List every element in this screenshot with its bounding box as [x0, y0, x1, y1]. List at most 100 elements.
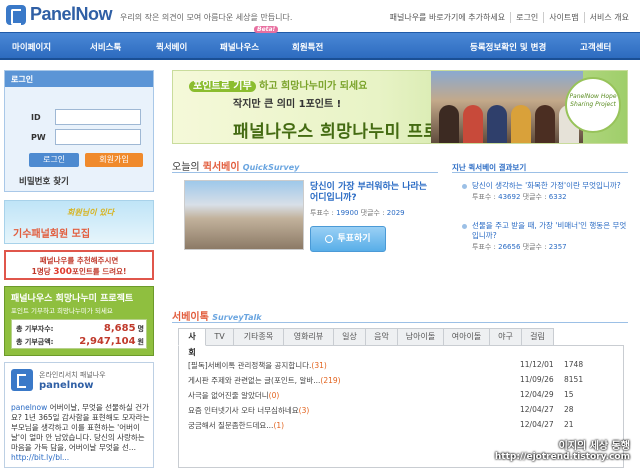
watermark-title: 이지의 세상 동행	[558, 441, 630, 452]
recommend-banner[interactable]: 패널나우를 추천해주시면 1명당 300포인트를 드려요!	[4, 250, 154, 280]
service-overview-link[interactable]: 서비스 개요	[583, 12, 634, 23]
table-row[interactable]: [필독]서베이톡 관리정책을 공지합니다.(31) 11/12/01 1748	[188, 360, 618, 372]
quicksurvey-title: 오늘의 퀵서베이 QuickSurvey	[172, 162, 300, 173]
donation-stats: 총 기부자수: 8,685 명 총 기부금액: 2,947,104 원	[11, 319, 147, 349]
panelnow-icon	[11, 369, 33, 391]
child-figure	[439, 105, 459, 143]
quicksurvey-meta: 투표수 : 19900 댓글수 : 2029	[310, 209, 405, 217]
post-date: 11/09/26	[520, 375, 554, 384]
surveytalk-tabs: 사회 TV 기타종목 영화리뷰 일상 음악 남아이돌 여아이돌 야구 걸림	[178, 328, 554, 357]
tab-baseball[interactable]: 야구	[490, 328, 522, 346]
post-title[interactable]: 게시판 주제와 관련없는 글(포인트, 알바...(219)	[188, 375, 341, 386]
child-figure	[535, 105, 555, 143]
top-bar: PanelNow 우리의 작은 의견이 모여 아름다운 세상을 만듭니다. 패널…	[0, 0, 640, 32]
child-figure	[463, 105, 483, 143]
divider	[452, 172, 628, 173]
logo[interactable]: PanelNow	[6, 4, 113, 25]
project-title: 패널나우스 희망나누미 프로젝트	[11, 294, 134, 304]
login-box: 로그인 ID PW 로그인 회원가입 비밀번호 찾기	[4, 70, 154, 192]
find-password-link[interactable]: 비밀번호 찾기	[19, 175, 69, 187]
post-views: 21	[564, 420, 574, 429]
member-recruit-banner[interactable]: 회원님이 있다 기수패널회원 모집	[4, 200, 154, 244]
twitter-caption: 온라인리서치 패널나우	[39, 371, 106, 379]
table-row[interactable]: 게시판 주제와 관련없는 글(포인트, 알바...(219) 11/09/26 …	[188, 375, 618, 387]
past-result-item[interactable]: 당신이 생각하는 '화목한 가정'이란 무엇입니까? 투표수 : 43692 댓…	[472, 181, 628, 202]
twitter-handle[interactable]: panelnow	[39, 380, 93, 391]
nav-quicksurvey[interactable]: 퀵서베이	[156, 41, 187, 53]
tab-society[interactable]: 사회	[178, 328, 206, 357]
post-title[interactable]: 궁금해서 질문좀한드데요...(1)	[188, 420, 284, 431]
main-nav: 마이페이지 서비스툭 퀵서베이 패널나우스 회원특전 등록정보확인 및 변경 고…	[0, 32, 640, 60]
nav-account-info[interactable]: 등록정보확인 및 변경	[470, 41, 546, 53]
post-views: 8151	[564, 375, 584, 384]
post-views: 1748	[564, 360, 584, 369]
login-button[interactable]: 로그인	[29, 153, 79, 167]
divider	[172, 172, 438, 173]
donation-amount: 2,947,104	[79, 336, 136, 347]
nav-member-benefits[interactable]: 회원특전	[292, 41, 323, 53]
donation-amount-row: 총 기부금액: 2,947,104 원	[16, 336, 144, 347]
tab-other-sports[interactable]: 기타종목	[234, 328, 284, 346]
table-row[interactable]: 요즘 인터넷기사 오타 너무심하네요(3) 12/04/27 28	[188, 405, 618, 417]
nav-mypage[interactable]: 마이페이지	[12, 41, 51, 53]
login-link[interactable]: 로그인	[510, 12, 543, 23]
quicksurvey-question[interactable]: 당신이 가장 부러워하는 나라는 어디입니까?	[310, 182, 438, 204]
post-date: 12/04/27	[520, 405, 554, 414]
nav-customer-center[interactable]: 고객센터	[580, 41, 611, 53]
child-figure	[487, 105, 507, 143]
hero-line1: 포인트로 기부 하고 희망나누미가 되세요	[189, 77, 367, 92]
twitter-box: 온라인리서치 패널나우 panelnow panelnow 어버이날, 무엇을 …	[4, 362, 154, 468]
tab-female-idol[interactable]: 여아이돌	[444, 328, 490, 346]
id-label: ID	[31, 112, 41, 122]
id-input[interactable]	[55, 109, 141, 125]
post-title[interactable]: [필독]서베이톡 관리정책을 공지합니다.(31)	[188, 360, 327, 371]
watermark-url: http://ejotrend.tistory.com	[494, 452, 630, 462]
child-figure	[511, 105, 531, 143]
sitemap-link[interactable]: 사이트맵	[543, 12, 583, 23]
join-button[interactable]: 회원가입	[85, 153, 143, 167]
post-title[interactable]: 사극을 없어진줄 알았더니(0)	[188, 390, 279, 401]
top-links: 패널나우를 바로가기에 추가하세요 로그인 사이트맵 서비스 개요	[385, 12, 634, 23]
logo-text: PanelNow	[30, 4, 113, 24]
hope-project-hero-banner[interactable]: 포인트로 기부 하고 희망나누미가 되세요 작지만 큰 의미 1포인트 ! 패널…	[172, 70, 628, 144]
pw-label: PW	[31, 132, 46, 142]
nav-servey-talk[interactable]: 서비스툭	[90, 41, 121, 53]
add-favorite-link[interactable]: 패널나우를 바로가기에 추가하세요	[385, 12, 511, 23]
tweet-text: panelnow 어버이날, 무엇을 선물하실 건가요? 1년 365일 감사함…	[11, 403, 150, 462]
id-row: ID	[31, 109, 141, 125]
bullet-icon	[462, 224, 467, 229]
hero-line2: 작지만 큰 의미 1포인트 !	[233, 99, 342, 110]
table-row[interactable]: 궁금해서 질문좀한드데요...(1) 12/04/27 21	[188, 420, 618, 432]
vote-button[interactable]: 투표하기	[310, 226, 386, 252]
post-views: 15	[564, 390, 574, 399]
table-row[interactable]: 사극을 없어진줄 알았더니(0) 12/04/29 15	[188, 390, 618, 402]
password-input[interactable]	[55, 129, 141, 145]
tab-music[interactable]: 음악	[366, 328, 398, 346]
hope-sharing-badge: PanelNow Hope Sharing Project	[565, 77, 621, 133]
tweet-link[interactable]: http://bit.ly/bl...	[11, 453, 69, 462]
project-subtitle: 포인트 기부하고 희망나누미가 되세요	[11, 307, 113, 315]
recommend-points: 300	[53, 267, 73, 277]
children-photo	[431, 71, 583, 143]
tab-daily[interactable]: 일상	[334, 328, 366, 346]
hope-project-box[interactable]: 패널나우스 희망나누미 프로젝트 포인트 기부하고 희망나누미가 되세요 총 기…	[4, 286, 154, 356]
post-date: 11/12/01	[520, 360, 554, 369]
tab-male-idol[interactable]: 남아이돌	[398, 328, 444, 346]
donor-count: 8,685	[103, 323, 136, 334]
slogan: 우리의 작은 의견이 모여 아름다운 세상을 만듭니다.	[120, 13, 293, 22]
past-result-item[interactable]: 선물을 주고 받을 때, 가장 '비매너'인 행동은 무엇입니까? 투표수 : …	[472, 221, 628, 252]
quicksurvey-photo	[184, 180, 304, 250]
post-title[interactable]: 요즘 인터넷기사 오타 너무심하네요(3)	[188, 405, 309, 416]
post-date: 12/04/29	[520, 390, 554, 399]
tab-misc[interactable]: 걸림	[522, 328, 554, 346]
divider	[172, 322, 628, 323]
nav-panelnews[interactable]: 패널나우스	[220, 41, 259, 53]
surveytalk-title: 서베이톡 SurveyTalk	[172, 312, 262, 323]
tab-movie-review[interactable]: 영화리뷰	[284, 328, 334, 346]
tab-tv[interactable]: TV	[206, 328, 234, 346]
banner-script-text: 회원님이 있다	[67, 208, 114, 217]
tweet-user[interactable]: panelnow	[11, 403, 47, 412]
beta-badge: Beta!	[254, 26, 279, 33]
recommend-line2: 1명당 300포인트를 드려요!	[31, 267, 127, 277]
logo-icon	[6, 4, 26, 25]
